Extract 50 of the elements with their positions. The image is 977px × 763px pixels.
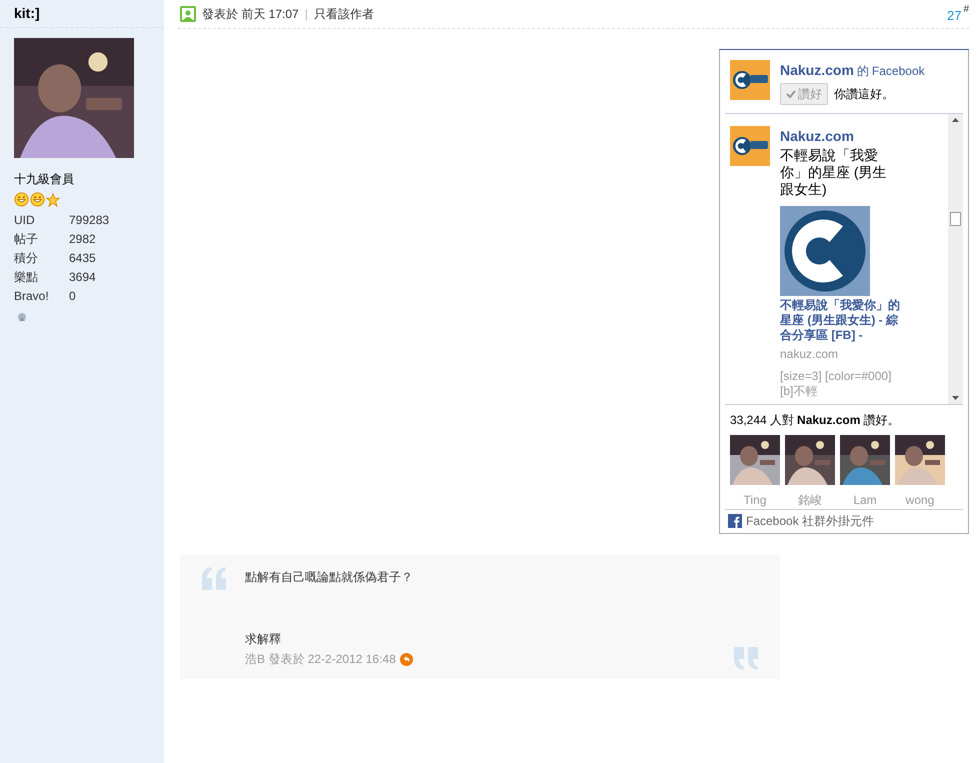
facebook-icon <box>728 514 742 528</box>
stat-label: Bravo! <box>14 288 50 304</box>
star-icon <box>46 192 60 206</box>
scrollbar[interactable] <box>948 114 963 404</box>
member-rank: 十九級會員 <box>14 171 75 188</box>
feed-status: 不輕易說「我愛你」的星座 (男生跟女生) <box>780 147 888 198</box>
quote-meta: 浩B 發表於 22-2-2012 16:48 <box>245 651 396 668</box>
feed-excerpt: [size=3] [color=#000][b]不輕 <box>780 369 892 399</box>
stat-label: UID <box>14 212 36 228</box>
like-count: 33,244 人對 <box>730 412 794 429</box>
check-icon <box>786 89 796 99</box>
floor-number[interactable]: 27 <box>946 6 962 26</box>
of-text: 的 <box>856 63 869 80</box>
stat-value: 799283 <box>69 212 110 228</box>
smiley-icon <box>14 192 29 207</box>
satellite-icon <box>16 311 28 323</box>
quote-text: 點解有自己嘅論點就係偽君子？ <box>245 569 414 586</box>
like-count-page: Nakuz.com <box>797 412 860 429</box>
facebook-link[interactable]: Facebook <box>872 62 925 80</box>
author-name[interactable]: kit:] <box>14 3 40 24</box>
stat-value: 3694 <box>69 268 96 286</box>
floor-mark: # <box>963 3 969 17</box>
quote-text: 求解釋 <box>245 631 282 648</box>
scroll-down-icon[interactable] <box>952 396 959 400</box>
author-only-link[interactable]: 只看該作者 <box>314 5 374 23</box>
feed-domain: nakuz.com <box>780 346 840 363</box>
stat-label: 樂點 <box>14 268 39 286</box>
close-quote-icon <box>732 647 760 671</box>
stat-value: 2982 <box>69 230 96 248</box>
post-time: 發表於 前天 17:07 <box>202 6 299 23</box>
open-quote-icon <box>200 566 228 590</box>
stat-value: 0 <box>69 288 76 304</box>
smiley-icon <box>30 192 45 207</box>
stat-label: 積分 <box>14 250 39 266</box>
page-name-link[interactable]: Nakuz.com <box>780 60 854 81</box>
stat-value: 6435 <box>69 250 96 266</box>
fan-name[interactable]: 銘峻 <box>798 491 822 509</box>
plugin-footer-link[interactable]: Facebook 社群外掛元件 <box>746 512 874 530</box>
like-note: 你讚這好。 <box>834 86 894 103</box>
stat-label: 帖子 <box>14 230 39 248</box>
feed-link-title[interactable]: 不輕易說「我愛你」的星座 (男生跟女生) - 綜合分享區 [FB] - <box>780 298 900 343</box>
like-count-suffix: 讚好。 <box>863 412 900 429</box>
scroll-thumb[interactable] <box>950 212 961 226</box>
logo-icon <box>780 206 870 296</box>
logo-icon <box>730 126 770 166</box>
user-icon <box>180 6 196 22</box>
separator: | <box>304 6 308 23</box>
feed-page-name[interactable]: Nakuz.com <box>780 126 900 147</box>
logo-icon <box>730 60 770 100</box>
scroll-up-icon[interactable] <box>952 118 959 122</box>
